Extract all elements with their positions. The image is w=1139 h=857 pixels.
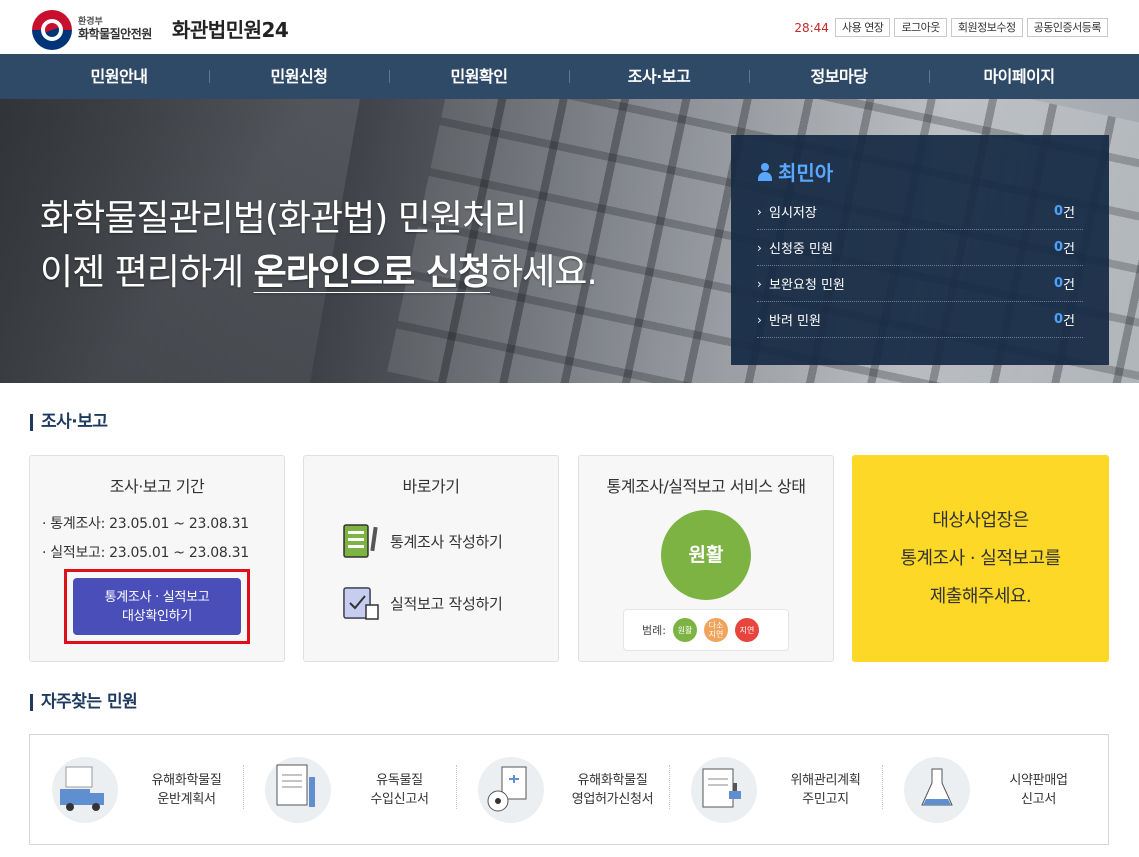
frequent-item-reagent-sales[interactable]: 시약판매업 신고서: [882, 756, 1095, 823]
utility-bar: 28:44 사용 연장 로그아웃 회원정보수정 공동인증서등록: [794, 18, 1108, 37]
period-card: 조사·보고 기간 · 통계조사: 23.05.01 ~ 23.08.31 · 실…: [29, 455, 285, 662]
truck-icon: [52, 756, 118, 823]
legend-smooth: 원활: [672, 618, 697, 642]
section-title-frequent: 자주찾는 민원: [30, 694, 138, 711]
nav-survey-report[interactable]: 조사·보고: [569, 54, 749, 99]
nav-mypage[interactable]: 마이페이지: [929, 54, 1109, 99]
stat-temp-saved[interactable]: › 임시저장 0건: [757, 194, 1083, 230]
logout-button[interactable]: 로그아웃: [894, 18, 947, 37]
frequent-complaints: 유해화학물질 운반계획서 유독물질 수입신고서 유해화학물질 영업허가신청서 위해관리…: [29, 734, 1109, 845]
service-status-card: 통계조사/실적보고 서비스 상태 원활 범례: 원활 다소 지연 지연: [578, 455, 834, 662]
nav-complaint-apply[interactable]: 민원신청: [209, 54, 389, 99]
user-name: 최민아: [757, 157, 1083, 186]
check-target-button[interactable]: 통계조사 · 실적보고 대상확인하기: [73, 578, 241, 635]
frequent-item-risk-notice[interactable]: 위해관리계획 주민고지: [669, 756, 882, 823]
government-emblem-icon: [32, 10, 72, 50]
stat-count: 0: [1053, 204, 1064, 219]
stat-in-progress[interactable]: › 신청중 민원 0건: [757, 230, 1083, 266]
org-name: 화학물질안전원: [78, 27, 152, 42]
nav-complaint-guide[interactable]: 민원안내: [29, 54, 209, 99]
stat-supplement-requested[interactable]: › 보완요청 민원 0건: [757, 266, 1083, 302]
status-indicator: 원활: [661, 510, 751, 600]
hero-emphasis: 온라인으로 신청: [253, 252, 491, 293]
write-survey-link[interactable]: 통계조사 작성하기: [340, 521, 558, 561]
chevron-right-icon: ›: [757, 312, 762, 327]
user-summary-panel: 최민아 › 임시저장 0건 › 신청중 민원 0건 › 보완요청 민원 0건 ›…: [731, 135, 1109, 365]
register-certificate-button[interactable]: 공동인증서등록: [1026, 18, 1108, 37]
document-pen-icon: [265, 756, 331, 823]
status-card-title: 통계조사/실적보고 서비스 상태: [606, 477, 806, 496]
period-report: · 실적보고: 23.05.01 ~ 23.08.31: [42, 545, 249, 561]
frequent-item-import-report[interactable]: 유독물질 수입신고서: [243, 756, 456, 823]
stat-count: 0: [1053, 312, 1064, 327]
top-header: 환경부 화학물질안전원 화관법민원24 28:44 사용 연장 로그아웃 회원정…: [0, 0, 1139, 54]
nav-info[interactable]: 정보마당: [749, 54, 929, 99]
section-title-survey: 조사·보고: [30, 414, 108, 431]
edit-profile-button[interactable]: 회원정보수정: [950, 18, 1023, 37]
stat-count: 0: [1053, 240, 1064, 255]
period-survey: · 통계조사: 23.05.01 ~ 23.08.31: [42, 516, 249, 532]
chevron-right-icon: ›: [757, 204, 762, 219]
period-card-title: 조사·보고 기간: [109, 477, 205, 496]
stat-rejected[interactable]: › 반려 민원 0건: [757, 302, 1083, 338]
chevron-right-icon: ›: [757, 276, 762, 291]
shortcut-card-title: 바로가기: [402, 477, 460, 496]
notice-box: 대상사업장은 통계조사 · 실적보고를 제출해주세요.: [852, 455, 1109, 662]
notebook-pen-icon: [343, 524, 378, 558]
stat-count: 0: [1053, 276, 1064, 291]
hero-subheadline: 이젠 편리하게 온라인으로 신청하세요.: [40, 252, 598, 293]
main-nav: 민원안내 민원신청 민원확인 조사·보고 정보마당 마이페이지: [0, 54, 1139, 99]
chemical-flask-icon: [478, 756, 544, 823]
ministry-logo[interactable]: 환경부 화학물질안전원: [32, 10, 152, 50]
write-report-link[interactable]: 실적보고 작성하기: [340, 583, 558, 623]
session-timer: 28:44: [794, 20, 829, 35]
clipboard-check-icon: [343, 587, 379, 620]
status-legend: 범례: 원활 다소 지연 지연: [623, 609, 789, 651]
hero-banner: 화학물질관리법(화관법) 민원처리 이젠 편리하게 온라인으로 신청하세요. 최…: [0, 99, 1139, 383]
frequent-item-transport-plan[interactable]: 유해화학물질 운반계획서: [30, 756, 243, 823]
shortcut-card: 바로가기 통계조사 작성하기 실적보고 작성하기: [303, 455, 559, 662]
user-icon: [757, 162, 773, 181]
extend-session-button[interactable]: 사용 연장: [834, 18, 891, 37]
legend-delay: 지연: [734, 618, 759, 642]
legend-slight-delay: 다소 지연: [703, 618, 728, 642]
nav-complaint-check[interactable]: 민원확인: [389, 54, 569, 99]
chevron-right-icon: ›: [757, 240, 762, 255]
beaker-icon: [904, 756, 970, 823]
highlight-box: 통계조사 · 실적보고 대상확인하기: [64, 569, 250, 644]
hero-headline: 화학물질관리법(화관법) 민원처리: [40, 198, 527, 239]
frequent-item-business-permit[interactable]: 유해화학물질 영업허가신청서: [456, 756, 669, 823]
site-title[interactable]: 화관법민원24: [172, 14, 289, 43]
stamp-document-icon: [691, 756, 757, 823]
